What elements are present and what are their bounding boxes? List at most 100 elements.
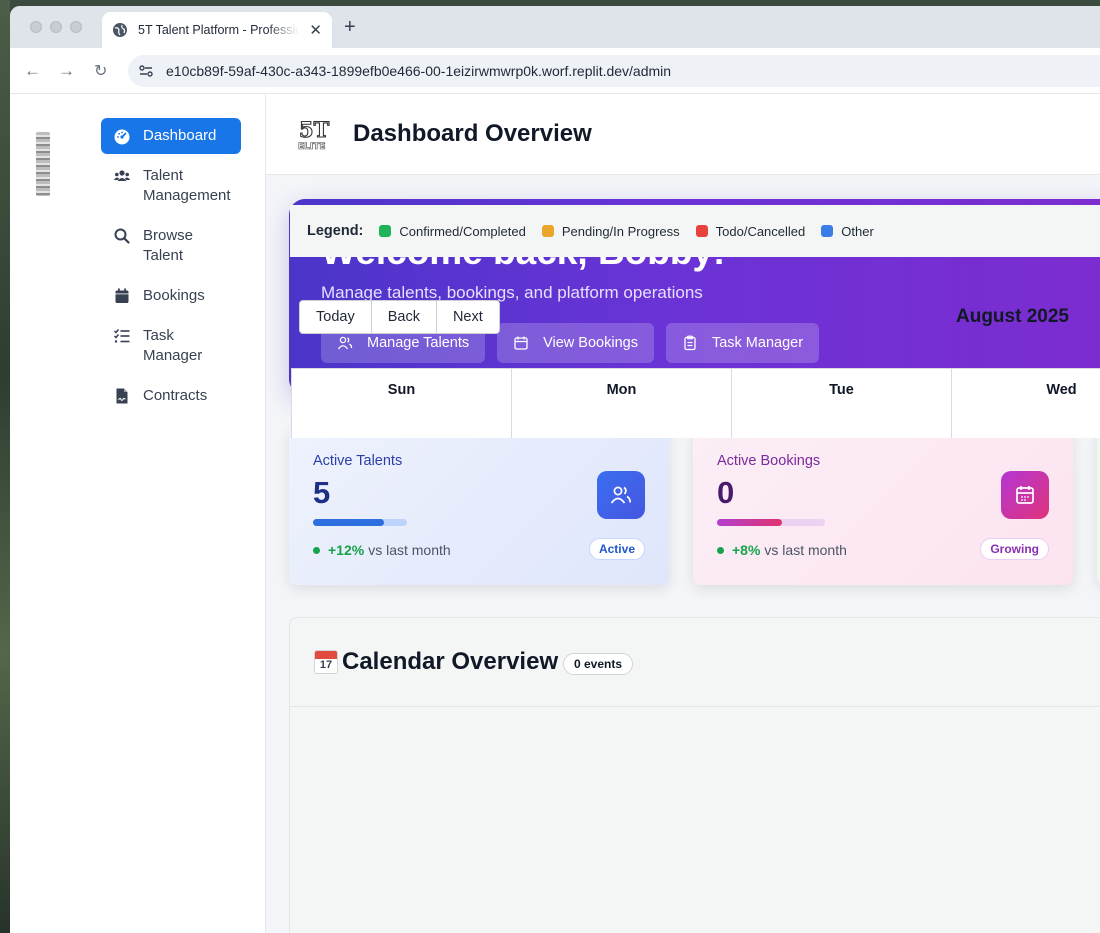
sidebar-nav: Dashboard Talent Management Browse Talen… [101, 118, 241, 418]
trend-change: +8% [732, 542, 761, 558]
contract-icon [116, 388, 128, 404]
stat-card-active-bookings: Active Bookings 0 +8% vs last month Grow… [693, 427, 1073, 585]
stat-trend: +8% vs last month [717, 542, 847, 558]
legend-text: Other [841, 223, 874, 239]
next-button[interactable]: Next [437, 301, 499, 333]
stat-progress-fill [717, 519, 782, 526]
view-bookings-label: View Bookings [543, 335, 638, 351]
tasks-icon [113, 329, 130, 343]
status-badge: Growing [980, 538, 1049, 560]
stat-card-active-talents: Active Talents 5 +12% vs last month Activ… [289, 427, 669, 585]
close-window-button[interactable] [30, 21, 42, 33]
calendar-weekday-header: Sun Mon Tue Wed [291, 368, 1100, 438]
browser-window: 5T Talent Platform - Professional Talent… [10, 6, 1100, 933]
legend-swatch [379, 225, 392, 237]
site-settings-icon[interactable] [138, 63, 154, 79]
weekday-tue: Tue [732, 369, 952, 438]
event-count-badge: 0 events [563, 653, 634, 675]
stat-label: Active Talents [313, 453, 403, 469]
sidebar-item-label: Bookings [143, 287, 205, 304]
task-manager-button[interactable]: Task Manager [665, 323, 820, 363]
sidebar-item-label: Talent Management [143, 167, 231, 204]
users-icon [597, 471, 645, 519]
browser-tab[interactable]: 5T Talent Platform - Professional Talent… [102, 12, 332, 48]
maximize-window-button[interactable] [70, 21, 82, 33]
stat-trend: +12% vs last month [313, 542, 451, 558]
page-header: 5T ELITE Dashboard Overview [266, 94, 1100, 175]
sidebar-logo [36, 132, 50, 196]
users-icon [113, 170, 131, 181]
url-text: e10cb89f-59af-430c-a343-1899efb0e466-00-… [166, 63, 672, 79]
calendar-icon [115, 288, 129, 303]
tab-title: 5T Talent Platform - Professional Talent… [138, 23, 300, 37]
trend-text: vs last month [368, 542, 451, 558]
svg-text:ELITE: ELITE [298, 142, 326, 152]
calendar-title: 17 Calendar Overview [314, 648, 558, 676]
legend-swatch [821, 225, 834, 237]
main-content: 5T ELITE Dashboard Overview Welcome back… [266, 94, 1100, 933]
sidebar-item-task-manager[interactable]: Task Manager [101, 318, 241, 374]
view-bookings-button[interactable]: View Bookings [497, 323, 654, 363]
users-icon [337, 336, 353, 350]
back-button[interactable]: Back [372, 301, 437, 333]
stat-progress-bar [313, 519, 407, 526]
calendar-icon [514, 336, 528, 350]
reload-icon[interactable]: ↻ [94, 61, 107, 81]
sidebar-item-dashboard[interactable]: Dashboard [101, 118, 241, 154]
calendar-icon [1001, 471, 1049, 519]
legend-item: Pending/In Progress [541, 223, 680, 239]
stat-value: 0 [717, 475, 735, 510]
brand-logo: 5T ELITE [298, 116, 330, 152]
legend-item: Confirmed/Completed [379, 223, 526, 239]
legend-text: Confirmed/Completed [399, 223, 526, 239]
back-arrow-icon[interactable]: ← [24, 61, 41, 81]
calendar-overview: 17 Calendar Overview 0 events [289, 617, 1100, 933]
calendar-emoji-icon: 17 [314, 650, 338, 674]
legend-text: Todo/Cancelled [715, 223, 806, 239]
calendar-legend: Legend: Confirmed/Completed Pending/In P… [290, 205, 1100, 257]
task-manager-label: Task Manager [711, 335, 804, 351]
trend-text: vs last month [764, 542, 847, 558]
today-button[interactable]: Today [300, 301, 372, 333]
status-badge: Active [588, 538, 645, 560]
browser-toolbar: ← → ↻ e10cb89f-59af-430c-a343-1899efb0e4… [10, 48, 1100, 94]
weekday-wed: Wed [952, 369, 1100, 438]
sidebar-item-label: Task Manager [143, 327, 203, 364]
stat-progress-fill [313, 519, 384, 526]
legend-item: Todo/Cancelled [695, 223, 806, 239]
stat-value: 5 [313, 475, 331, 510]
svg-text:5T: 5T [299, 117, 330, 142]
new-tab-button[interactable]: + [344, 16, 356, 39]
sidebar-item-bookings[interactable]: Bookings [101, 278, 241, 314]
sidebar: Dashboard Talent Management Browse Talen… [10, 94, 266, 933]
address-bar[interactable]: e10cb89f-59af-430c-a343-1899efb0e466-00-… [128, 55, 1100, 87]
stat-label: Active Bookings [717, 453, 821, 469]
globe-icon [113, 23, 127, 37]
sidebar-item-label: Contracts [143, 387, 208, 404]
trend-dot [313, 546, 320, 554]
legend-item: Other [821, 224, 874, 239]
legend-text: Pending/In Progress [561, 223, 680, 239]
app-page: Dashboard Talent Management Browse Talen… [10, 94, 1100, 933]
trend-dot [717, 546, 724, 554]
minimize-window-button[interactable] [50, 21, 62, 33]
close-tab-icon[interactable]: ✕ [309, 21, 322, 39]
stat-progress-bar [717, 519, 825, 526]
tab-strip: 5T Talent Platform - Professional Talent… [10, 6, 1100, 48]
forward-arrow-icon[interactable]: → [58, 61, 75, 81]
legend-label: Legend: [307, 223, 364, 239]
manage-talents-label: Manage Talents [367, 335, 470, 351]
sidebar-item-talent-management[interactable]: Talent Management [101, 158, 241, 214]
search-icon [114, 228, 130, 244]
page-title: Dashboard Overview [353, 120, 592, 147]
weekday-sun: Sun [292, 369, 512, 438]
window-controls [30, 21, 82, 33]
sidebar-item-contracts[interactable]: Contracts [101, 378, 241, 414]
dashboard-icon [114, 129, 130, 144]
desktop-background [0, 0, 10, 933]
sidebar-item-label: Dashboard [143, 127, 217, 144]
trend-change: +12% [328, 542, 365, 558]
legend-swatch [541, 225, 554, 237]
clipboard-icon [684, 335, 696, 351]
sidebar-item-browse-talent[interactable]: Browse Talent [101, 218, 241, 274]
